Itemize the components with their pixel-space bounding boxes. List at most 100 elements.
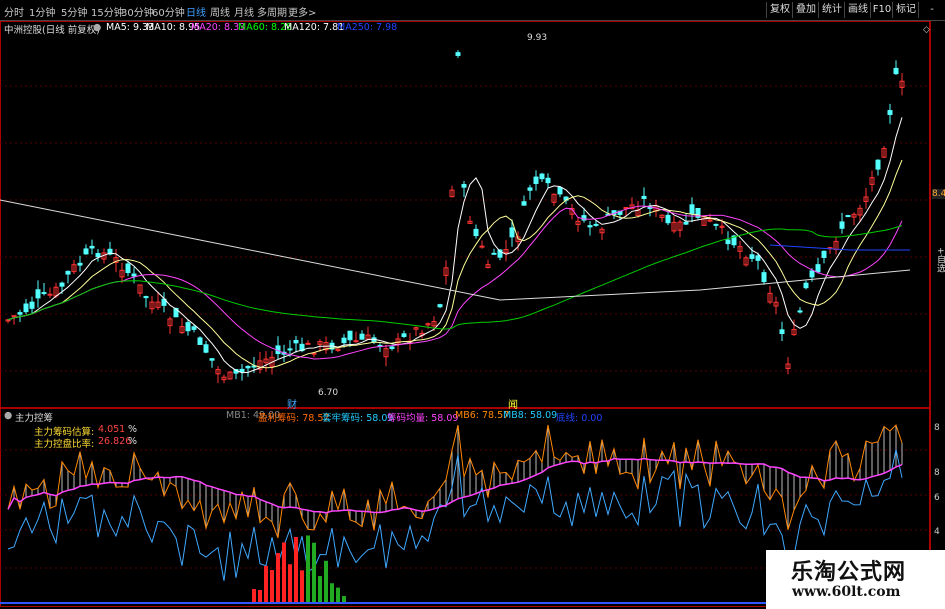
diamond-icon[interactable]: ◇: [923, 25, 930, 35]
candle-body-31: [191, 326, 197, 330]
ma120-line: [0, 199, 911, 301]
ind-hist-45: [276, 553, 280, 603]
ind-tick-2: 6: [934, 493, 940, 503]
candle-body-92: [557, 186, 563, 195]
ma20-line: [7, 205, 903, 360]
ind-hist-50: [306, 535, 310, 603]
candle-body-75: [455, 52, 461, 56]
candle-body-64: [389, 346, 395, 349]
ind-tick-top: 8: [934, 423, 940, 433]
candle-body-7: [47, 293, 53, 296]
watermark-title: 乐淘公式网: [791, 560, 907, 585]
candle-body-56: [341, 337, 347, 344]
watermark: 乐淘公式网 www.60lt.com: [766, 550, 945, 609]
candle-body-129: [779, 329, 785, 335]
candle-body-133: [803, 282, 809, 289]
ma10-line: [7, 159, 903, 369]
high-price-label: 9.93: [527, 33, 548, 43]
price-tag: 8.49: [932, 189, 945, 199]
candle-body-118: [713, 223, 719, 226]
candle-body-39: [239, 368, 245, 373]
ind-hist-43: [264, 565, 268, 603]
watermark-url: www.60lt.com: [792, 584, 901, 600]
candle-body-90: [545, 177, 551, 184]
candle-body-2: [17, 312, 23, 315]
candle-body-136: [821, 250, 827, 258]
candle-body-3: [23, 303, 29, 313]
candle-body-4: [29, 301, 35, 309]
candle-body-48: [293, 339, 299, 344]
ind-tick-3: 4: [934, 527, 940, 537]
candle-body-87: [527, 187, 533, 191]
main-pane-frame: [0, 21, 930, 408]
candle-body-51: [311, 352, 317, 355]
ind-tick-1: 8: [934, 468, 940, 478]
candle-body-21: [131, 273, 137, 277]
candle-body-113: [683, 221, 689, 225]
candle-body-9: [59, 282, 65, 287]
candle-body-125: [755, 255, 761, 261]
ind-hist-54: [330, 583, 334, 603]
ma5-line: [7, 117, 903, 374]
candle-body-78: [473, 228, 479, 237]
candle-body-114: [689, 204, 695, 215]
finance-marker[interactable]: 财: [287, 396, 297, 411]
candle-body-10: [65, 270, 71, 275]
candle-body-81: [491, 252, 497, 255]
ind-hist-55: [336, 587, 340, 603]
candle-body-135: [815, 264, 821, 273]
candle-body-140: [845, 215, 851, 218]
candle-body-12: [77, 262, 83, 266]
right-price-axis: 8.49 ◇ +自选 8 8 6 4: [923, 21, 945, 609]
candle-body-106: [641, 195, 647, 199]
candle-body-14: [89, 245, 95, 249]
candle-body-145: [875, 159, 881, 170]
candle-body-33: [203, 344, 209, 353]
candle-body-132: [797, 310, 803, 313]
profit-chips-line: [7, 424, 903, 539]
candle-body-23: [143, 296, 149, 299]
ind-hist-56: [342, 596, 346, 603]
candle-body-47: [287, 348, 293, 351]
add-watchlist-button[interactable]: +自选: [934, 247, 945, 273]
candle-body-76: [461, 184, 467, 188]
candle-body-126: [761, 272, 767, 283]
candle-body-32: [197, 337, 203, 345]
ind-hist-46: [282, 542, 286, 603]
low-price-label: 6.70: [318, 388, 339, 398]
ind-hist-41: [252, 589, 256, 603]
candle-body-34: [209, 358, 215, 361]
candle-body-124: [749, 254, 755, 259]
candle-body-59: [359, 333, 365, 340]
candle-body-58: [353, 340, 359, 343]
candle-body-5: [35, 289, 41, 299]
candle-body-88: [533, 176, 539, 184]
candle-body-139: [839, 221, 845, 229]
candle-body-13: [83, 248, 89, 255]
candle-body-57: [347, 330, 353, 341]
ind-hist-42: [258, 589, 262, 603]
candle-body-134: [809, 270, 815, 278]
candle-body-50: [305, 342, 311, 345]
candle-body-40: [245, 365, 251, 369]
candle-body-20: [125, 263, 131, 274]
news-marker[interactable]: 闻: [508, 396, 518, 411]
candle-body-84: [509, 227, 515, 238]
chip-avg-line: [7, 457, 903, 514]
ind-hist-52: [318, 576, 322, 603]
candle-body-6: [41, 292, 47, 295]
chart-canvas[interactable]: [0, 0, 945, 609]
ind-hist-48: [294, 536, 298, 603]
candle-body-110: [665, 214, 671, 224]
candle-body-98: [593, 223, 599, 226]
candle-body-66: [401, 333, 407, 337]
ind-hist-51: [312, 542, 316, 603]
candle-body-97: [587, 225, 593, 228]
candle-body-86: [521, 201, 527, 206]
candle-body-89: [539, 173, 545, 180]
ind-hist-53: [324, 560, 328, 603]
candle-body-79: [479, 245, 485, 248]
candle-body-72: [437, 304, 443, 308]
ind-hist-44: [270, 570, 274, 603]
ind-hist-47: [288, 564, 292, 603]
